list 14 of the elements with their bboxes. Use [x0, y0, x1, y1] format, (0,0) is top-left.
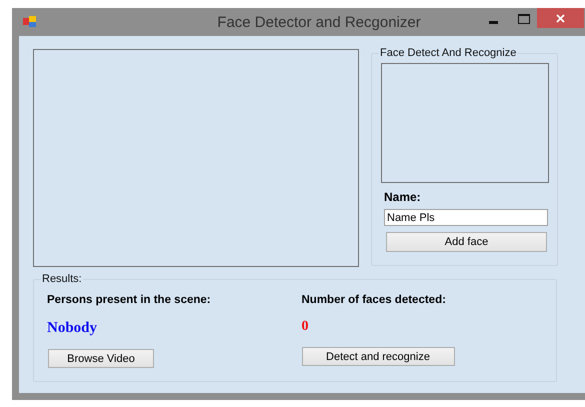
faces-count-label: Number of faces detected: — [302, 294, 446, 306]
maximize-icon[interactable] — [518, 14, 530, 24]
add-face-button[interactable]: Add face — [386, 232, 547, 252]
persons-label: Persons present in the scene: — [47, 294, 211, 306]
group-title: Face Detect And Recognize — [379, 47, 518, 60]
browse-video-button[interactable]: Browse Video — [48, 349, 154, 368]
faces-count-value: 0 — [302, 319, 308, 335]
detect-button[interactable]: Detect and recognize — [302, 347, 454, 366]
name-input[interactable]: Name Pls — [384, 209, 548, 226]
name-label: Name: — [384, 190, 422, 204]
window-title: Face Detector and Recgonizer — [216, 14, 422, 31]
persons-value: Nobody — [47, 320, 98, 337]
close-icon[interactable] — [537, 8, 584, 28]
app-icon — [23, 16, 37, 28]
